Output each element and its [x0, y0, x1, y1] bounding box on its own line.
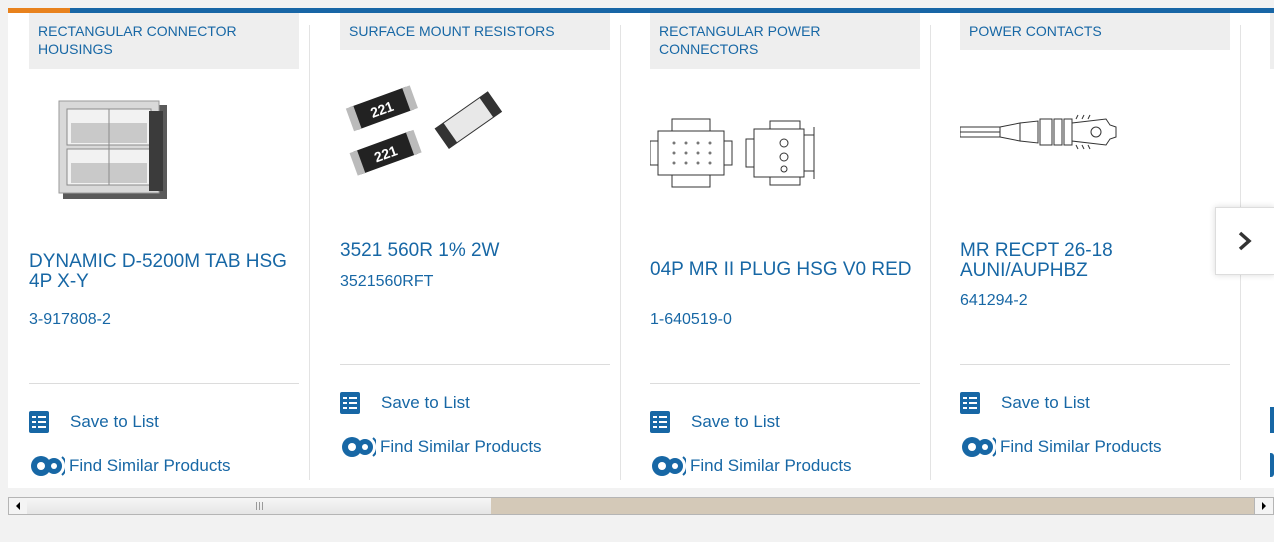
save-to-list-button[interactable]: Save to List — [340, 391, 470, 415]
find-similar-label: Find Similar Products — [1000, 437, 1162, 456]
gears-icon — [962, 437, 996, 457]
scrollbar-grip — [256, 502, 264, 510]
gears-icon — [652, 456, 686, 476]
save-label: Save to List — [1001, 393, 1090, 412]
checklist-icon — [1270, 407, 1274, 433]
product-card: RECTANGULAR CONNECTOR HOUSINGS DYNAMIC D… — [29, 13, 310, 488]
power-connector-image[interactable] — [649, 113, 820, 233]
find-similar-button[interactable]: Find Similar Products — [29, 454, 231, 478]
save-label: Save to List — [381, 393, 470, 412]
find-similar-label: Find Similar Products — [380, 437, 542, 456]
category-label[interactable]: POWER CONTACTS — [960, 13, 1230, 50]
category-label[interactable]: RECTANGULAR CONNECTOR HOUSINGS — [29, 13, 299, 69]
checklist-icon — [29, 411, 49, 433]
divider — [340, 364, 610, 365]
scrollbar-thumb[interactable] — [27, 498, 492, 514]
checklist-icon — [340, 392, 360, 414]
product-card: RECTANGULAR POWER CONNECTORS 04P MR II P… — [649, 13, 931, 488]
divider — [29, 383, 299, 384]
product-card: SURFACE MOUNT RESISTORS 221 221 3521 560… — [340, 13, 621, 488]
carousel-next-button[interactable] — [1215, 207, 1274, 275]
save-to-list-button[interactable]: Save to List — [29, 410, 159, 434]
category-label[interactable]: SURFACE MOUNT RESISTORS — [340, 13, 610, 50]
part-number[interactable]: 1-640519-0 — [650, 310, 732, 330]
divider — [650, 383, 920, 384]
power-contact-image[interactable] — [959, 113, 1135, 233]
find-similar-button[interactable]: Find Similar Products — [960, 435, 1162, 459]
scroll-right-button[interactable] — [1254, 498, 1273, 514]
gears-icon — [342, 437, 376, 457]
product-name-link[interactable]: MR RECPT 26-18 AUNI/AUPHBZ — [960, 241, 1230, 281]
category-label — [1270, 13, 1274, 69]
gears-icon — [1270, 453, 1274, 477]
scrollbar-track[interactable] — [491, 498, 1255, 514]
gears-icon — [31, 456, 65, 476]
resistor-image[interactable]: 221 221 — [340, 79, 510, 199]
save-label: Save to List — [70, 412, 159, 431]
find-similar-button[interactable]: Find Similar Products — [340, 435, 542, 459]
horizontal-scrollbar[interactable] — [8, 497, 1274, 515]
scroll-left-button[interactable] — [9, 498, 28, 514]
chevron-right-icon — [1238, 231, 1252, 251]
product-name-link[interactable]: 3521 560R 1% 2W — [340, 241, 610, 261]
carousel-track: RECTANGULAR CONNECTOR HOUSINGS DYNAMIC D… — [8, 13, 1274, 488]
scroll-right-arrow-icon — [1262, 502, 1266, 510]
save-to-list-button[interactable]: Save to List — [650, 410, 780, 434]
checklist-icon — [960, 392, 980, 414]
connector-housing-image[interactable] — [49, 93, 219, 213]
product-carousel: RECTANGULAR CONNECTOR HOUSINGS DYNAMIC D… — [8, 8, 1274, 488]
find-similar-label: Find Similar Products — [69, 456, 231, 475]
find-similar-label: Find Similar Products — [690, 456, 852, 475]
save-label: Save to List — [691, 412, 780, 431]
category-label[interactable]: RECTANGULAR POWER CONNECTORS — [650, 13, 920, 69]
part-number[interactable]: 641294-2 — [960, 291, 1028, 311]
scroll-left-arrow-icon — [16, 502, 20, 510]
save-to-list-button[interactable]: Save to List — [960, 391, 1090, 415]
product-name-link[interactable]: 04P MR II PLUG HSG V0 RED — [650, 260, 920, 280]
product-name-link[interactable]: DYNAMIC D-5200M TAB HSG 4P X-Y — [29, 252, 299, 292]
product-card: POWER CONTACTS MR RECPT 26-18 AUNI/AUPHB… — [959, 13, 1241, 488]
find-similar-button[interactable]: Find Similar Products — [650, 454, 852, 478]
checklist-icon — [650, 411, 670, 433]
part-number[interactable]: 3521560RFT — [340, 272, 433, 292]
divider — [960, 364, 1230, 365]
part-number[interactable]: 3-917808-2 — [29, 310, 111, 330]
